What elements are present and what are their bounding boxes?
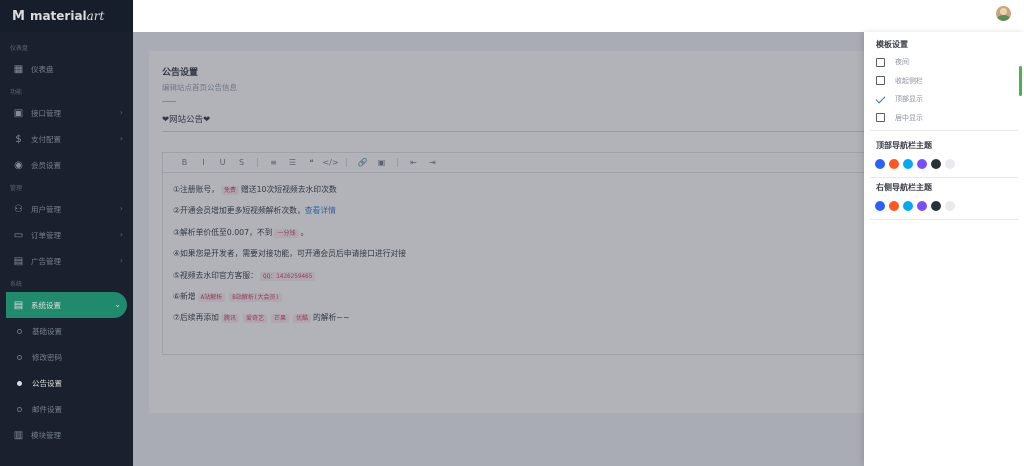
option-label: 顶部显示 [895, 95, 923, 103]
right-theme-title: 右侧导航栏主题 [876, 183, 932, 192]
color-swatch[interactable] [903, 159, 913, 169]
sidebar-dim-overlay [0, 0, 133, 466]
top-theme-title: 顶部导航栏主题 [876, 141, 932, 150]
option-label: 收起侧栏 [895, 76, 923, 85]
avatar[interactable] [996, 6, 1011, 21]
checkbox[interactable] [876, 57, 885, 67]
right-theme-swatches [875, 201, 955, 211]
top-theme-swatches [875, 159, 955, 169]
option-2[interactable]: 收起侧栏 [876, 76, 923, 86]
option-4[interactable]: 居中显示 [876, 113, 923, 123]
top-bar [133, 0, 1024, 32]
option-3[interactable]: 顶部显示 [876, 94, 923, 104]
checkmark-icon[interactable] [876, 95, 885, 104]
color-swatch[interactable] [945, 201, 955, 211]
panel-scrollbar[interactable] [1019, 66, 1022, 96]
color-swatch[interactable] [903, 201, 913, 211]
color-swatch[interactable] [931, 201, 941, 211]
color-swatch[interactable] [875, 159, 885, 169]
color-swatch[interactable] [917, 159, 927, 169]
option-label: 夜间 [895, 58, 909, 66]
divider [870, 130, 1018, 131]
modal-backdrop[interactable] [133, 32, 864, 466]
divider [870, 177, 1018, 178]
color-swatch[interactable] [875, 201, 885, 211]
color-swatch[interactable] [931, 159, 941, 169]
template-settings-panel: 模板设置 夜间收起侧栏顶部显示居中显示 顶部导航栏主题 右侧导航栏主题 [864, 32, 1024, 466]
divider [870, 219, 1018, 220]
color-swatch[interactable] [889, 159, 899, 169]
option-1[interactable]: 夜间 [876, 57, 909, 67]
color-swatch[interactable] [945, 159, 955, 169]
panel-title: 模板设置 [876, 40, 908, 49]
color-swatch[interactable] [917, 201, 927, 211]
color-swatch[interactable] [889, 201, 899, 211]
checkbox[interactable] [876, 76, 885, 85]
option-label: 居中显示 [895, 113, 923, 122]
checkbox[interactable] [876, 113, 885, 122]
